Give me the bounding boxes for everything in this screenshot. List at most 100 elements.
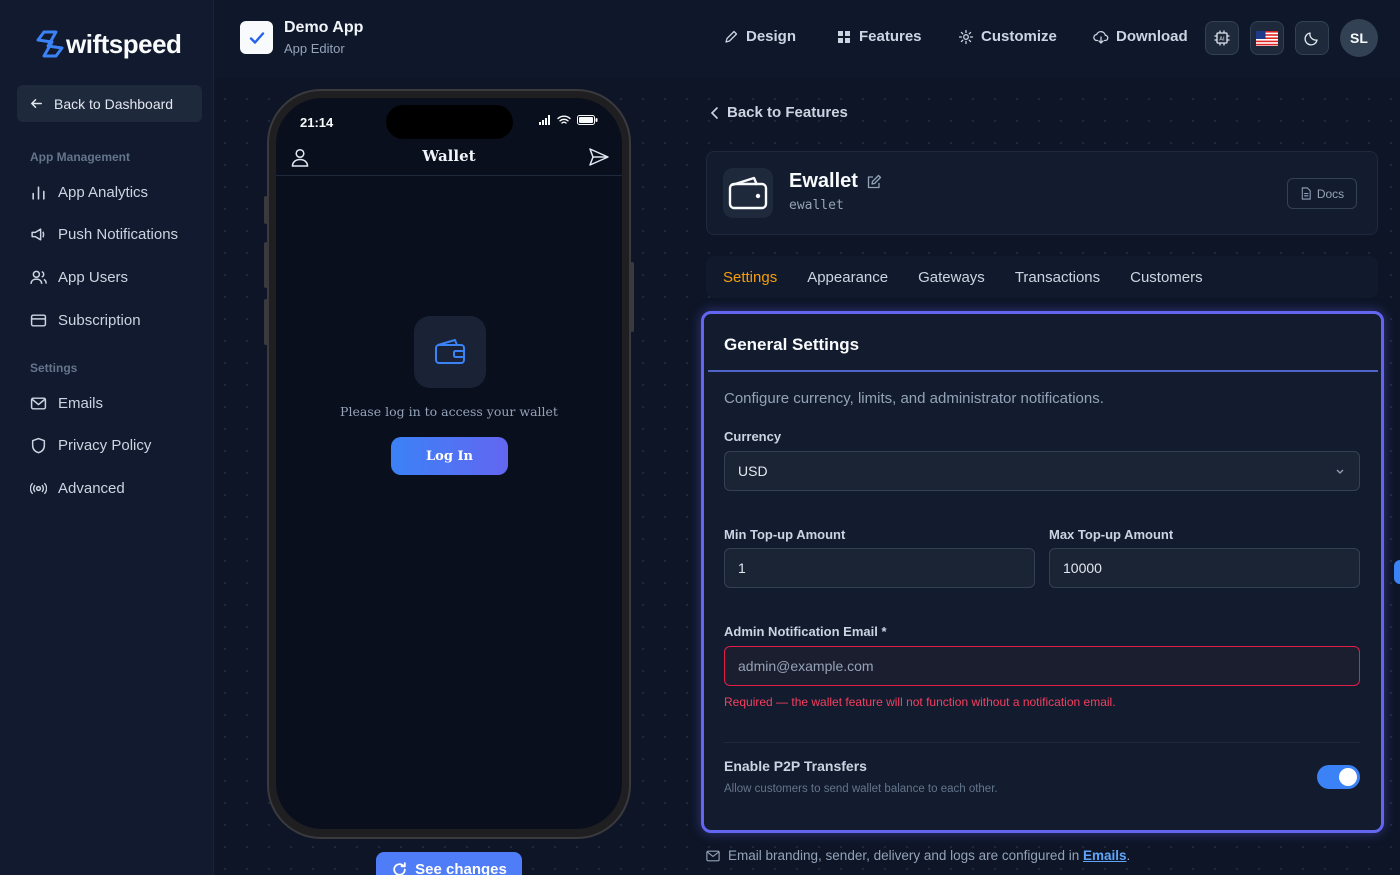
wallet-tile bbox=[414, 316, 486, 388]
section-divider bbox=[724, 742, 1360, 743]
see-changes-label: See changes bbox=[415, 861, 507, 875]
phone-side-button bbox=[630, 262, 634, 332]
theme-toggle-button[interactable] bbox=[1295, 21, 1329, 55]
min-topup-value: 1 bbox=[738, 560, 746, 576]
sidebar-item-label: Emails bbox=[58, 395, 104, 412]
tab-appearance[interactable]: Appearance bbox=[792, 269, 903, 286]
general-settings-card: General Settings Configure currency, lim… bbox=[701, 311, 1384, 833]
sidebar-item-label: App Analytics bbox=[58, 184, 149, 201]
chevron-down-icon bbox=[1336, 469, 1344, 474]
arrow-left-icon bbox=[30, 99, 42, 108]
sidebar-item-label: Subscription bbox=[58, 312, 141, 329]
currency-label: Currency bbox=[724, 429, 782, 444]
nav-design[interactable]: Design bbox=[723, 28, 796, 45]
phone-side-button bbox=[264, 299, 268, 345]
tab-settings[interactable]: Settings bbox=[706, 269, 792, 286]
sidebar-item-app-users[interactable]: App Users bbox=[30, 269, 128, 286]
login-prompt: Please log in to access your wallet bbox=[340, 404, 558, 419]
nav-download[interactable]: Download bbox=[1093, 28, 1188, 45]
user-avatar[interactable]: SL bbox=[1340, 19, 1378, 57]
card-description: Configure currency, limits, and administ… bbox=[724, 390, 1104, 407]
edit-icon[interactable] bbox=[866, 174, 882, 190]
grid-icon bbox=[838, 30, 850, 43]
svg-text:AI: AI bbox=[1219, 36, 1225, 42]
logo-s-icon bbox=[36, 30, 64, 58]
sidebar-item-privacy-policy[interactable]: Privacy Policy bbox=[30, 437, 151, 454]
dynamic-island bbox=[386, 105, 513, 139]
tab-customers[interactable]: Customers bbox=[1115, 269, 1218, 286]
app-name: Demo App bbox=[284, 19, 364, 36]
battery-icon bbox=[577, 115, 598, 125]
shield-icon bbox=[31, 437, 46, 454]
chip-icon: AI bbox=[1214, 30, 1230, 46]
sidebar-item-label: Privacy Policy bbox=[58, 437, 152, 454]
status-icons bbox=[539, 115, 598, 125]
footnote-period: . bbox=[1126, 848, 1131, 863]
app-icon bbox=[240, 21, 273, 54]
sidebar-item-app-analytics[interactable]: App Analytics bbox=[30, 184, 148, 201]
phone-side-button bbox=[264, 196, 268, 224]
sidebar-item-emails[interactable]: Emails bbox=[30, 395, 103, 412]
back-to-dashboard-button[interactable]: Back to Dashboard bbox=[17, 85, 202, 122]
emails-footnote: Email branding, sender, delivery and log… bbox=[706, 848, 1130, 863]
wallet-icon bbox=[728, 176, 768, 210]
mail-icon bbox=[706, 850, 720, 861]
card-title: General Settings bbox=[724, 335, 860, 354]
refresh-icon bbox=[393, 862, 406, 875]
admin-email-label: Admin Notification Email * bbox=[724, 624, 887, 639]
sidebar-item-subscription[interactable]: Subscription bbox=[30, 312, 141, 329]
feature-tabs: Settings Appearance Gateways Transaction… bbox=[706, 256, 1378, 298]
sidebar-item-label: Advanced bbox=[58, 480, 125, 497]
see-changes-button[interactable]: See changes bbox=[376, 852, 522, 875]
footnote-body: Email branding, sender, delivery and log… bbox=[728, 848, 1080, 863]
p2p-toggle[interactable] bbox=[1317, 765, 1360, 789]
nav-label: Features bbox=[859, 28, 922, 45]
sidebar-item-push-notifications[interactable]: Push Notifications bbox=[30, 226, 178, 243]
back-to-features-label: Back to Features bbox=[727, 104, 848, 121]
admin-email-error: Required — the wallet feature will not f… bbox=[724, 695, 1116, 709]
currency-value: USD bbox=[738, 463, 768, 479]
language-button[interactable] bbox=[1250, 21, 1284, 55]
tab-gateways[interactable]: Gateways bbox=[903, 269, 1000, 286]
max-topup-input[interactable]: 10000 bbox=[1049, 548, 1360, 588]
document-icon bbox=[1301, 187, 1311, 200]
logo-text: wiftspeed bbox=[66, 28, 182, 59]
credit-card-icon bbox=[30, 314, 47, 327]
checkmark-icon bbox=[249, 31, 264, 44]
wallet-icon bbox=[435, 339, 465, 364]
wifi-icon bbox=[557, 115, 571, 124]
users-icon bbox=[30, 270, 47, 284]
currency-select[interactable]: USD bbox=[724, 451, 1360, 491]
section-settings: Settings bbox=[30, 361, 78, 375]
nav-customize[interactable]: Customize bbox=[958, 28, 1057, 45]
min-topup-input[interactable]: 1 bbox=[724, 548, 1035, 588]
swiftspeed-logo[interactable]: wiftspeed bbox=[34, 28, 182, 60]
phone-app-header: Wallet bbox=[276, 142, 622, 176]
moon-icon bbox=[1304, 32, 1318, 46]
floating-help-button[interactable] bbox=[1394, 560, 1400, 584]
footnote-text: Email branding, sender, delivery and log… bbox=[728, 848, 1130, 863]
admin-email-input[interactable]: admin@example.com bbox=[724, 646, 1360, 686]
feature-name: Ewallet bbox=[789, 170, 858, 192]
emails-link[interactable]: Emails bbox=[1083, 848, 1127, 863]
login-button[interactable]: Log In bbox=[391, 437, 508, 475]
nav-features[interactable]: Features bbox=[836, 28, 922, 45]
sidebar: wiftspeed Back to Dashboard App Manageme… bbox=[0, 0, 214, 875]
gear-icon bbox=[958, 29, 974, 44]
min-topup-label: Min Top-up Amount bbox=[724, 527, 846, 542]
back-to-features-link[interactable]: Back to Features bbox=[710, 104, 848, 121]
app-subtitle: App Editor bbox=[284, 41, 345, 56]
phone-side-button bbox=[264, 242, 268, 288]
nav-label: Download bbox=[1116, 28, 1188, 45]
broadcast-icon bbox=[30, 482, 47, 495]
nav-label: Customize bbox=[981, 28, 1057, 45]
docs-button[interactable]: Docs bbox=[1287, 178, 1357, 209]
toggle-knob bbox=[1339, 768, 1357, 786]
docs-label: Docs bbox=[1316, 186, 1345, 201]
tab-transactions[interactable]: Transactions bbox=[1000, 269, 1115, 286]
send-icon[interactable] bbox=[588, 147, 610, 167]
p2p-label: Enable P2P Transfers bbox=[724, 758, 867, 774]
feature-icon bbox=[723, 168, 773, 218]
ai-chip-button[interactable]: AI bbox=[1205, 21, 1239, 55]
sidebar-item-advanced[interactable]: Advanced bbox=[30, 480, 125, 497]
